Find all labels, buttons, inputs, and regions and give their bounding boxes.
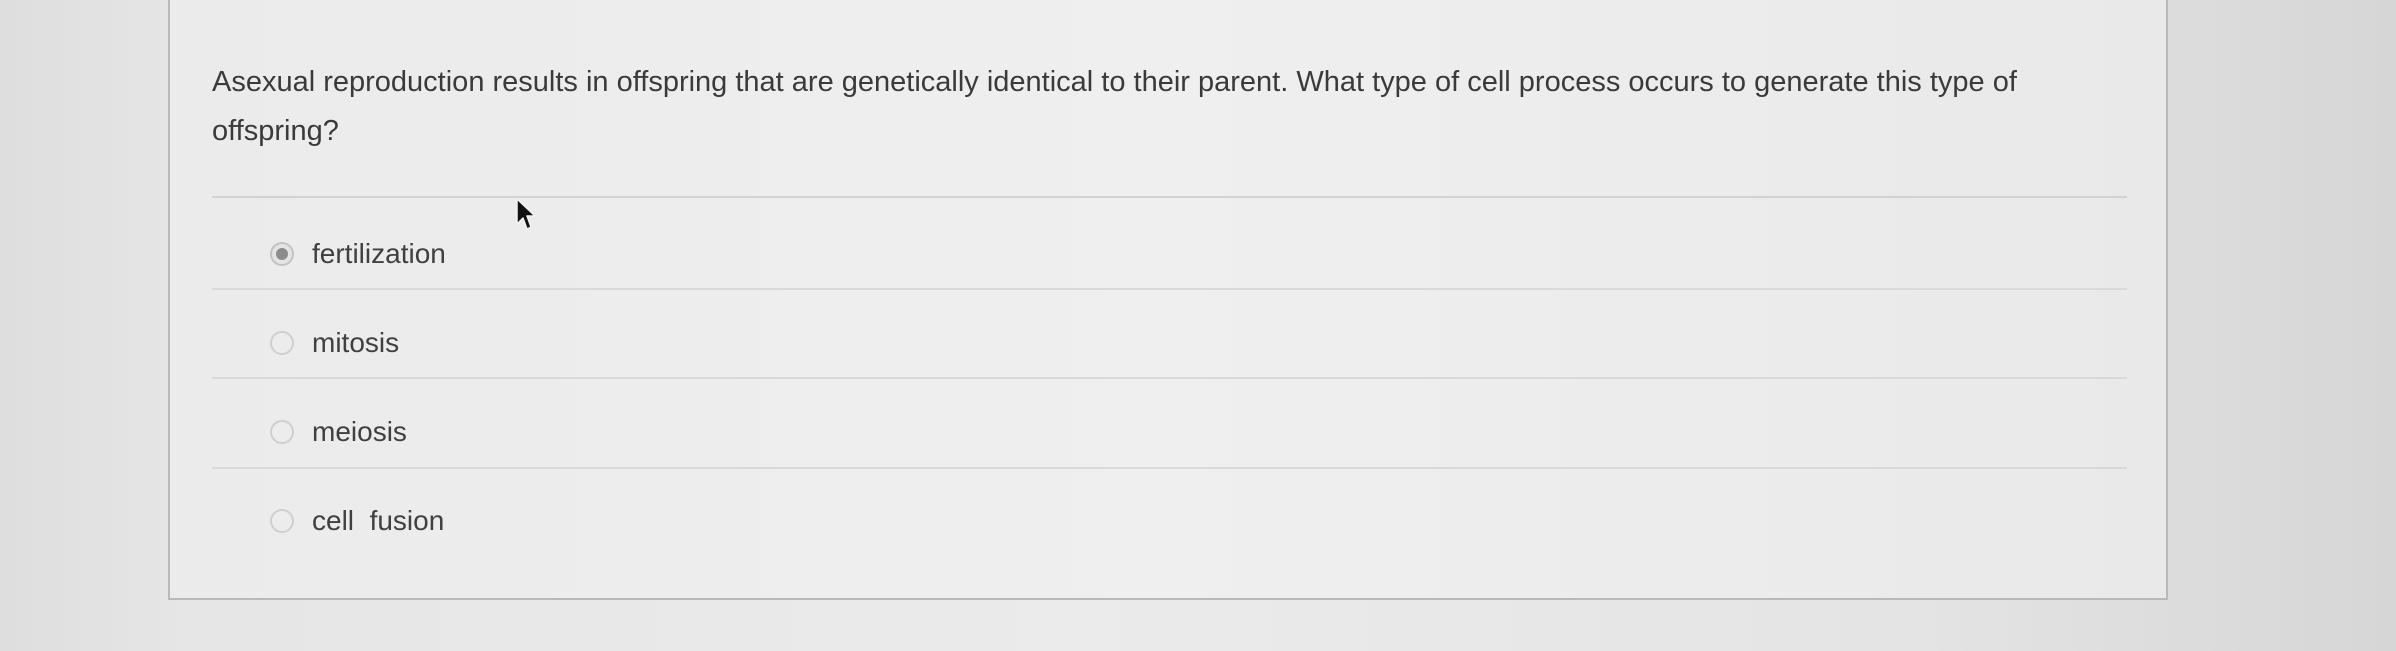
option-meiosis[interactable]: meiosis	[270, 410, 407, 454]
option-label: meiosis	[312, 416, 407, 447]
option-divider	[212, 288, 2127, 290]
question-card: Asexual reproduction results in offsprin…	[168, 0, 2168, 600]
radio-button-icon[interactable]	[270, 509, 294, 533]
question-divider	[212, 196, 2127, 198]
option-cell-fusion[interactable]: cell fusion	[270, 499, 444, 543]
option-label: fertilization	[312, 238, 446, 269]
option-divider	[212, 467, 2127, 469]
mouse-pointer-icon	[516, 198, 536, 230]
radio-selected-dot	[276, 248, 288, 260]
option-mitosis[interactable]: mitosis	[270, 321, 399, 365]
option-fertilization[interactable]: fertilization	[270, 232, 446, 276]
option-divider	[212, 377, 2127, 379]
option-label: cell fusion	[312, 505, 445, 536]
question-text: Asexual reproduction results in offsprin…	[212, 66, 2017, 147]
radio-button-icon[interactable]	[270, 331, 294, 355]
option-label: mitosis	[312, 327, 400, 358]
radio-button-icon[interactable]	[270, 242, 294, 266]
radio-button-icon[interactable]	[270, 420, 294, 444]
